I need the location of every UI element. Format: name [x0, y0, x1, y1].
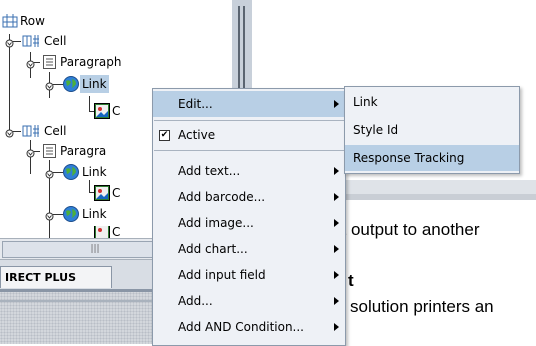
- tree-node-cell[interactable]: Cell: [22, 32, 68, 50]
- tree-connector: [13, 41, 21, 42]
- menu-separator: [154, 120, 344, 121]
- menu-separator: [154, 150, 344, 151]
- tree-node-paragraph[interactable]: Paragra: [42, 142, 108, 160]
- menu-item-edit[interactable]: Edit...: [153, 91, 345, 117]
- tree-node-label: Row: [20, 14, 45, 28]
- submenu-arrow-icon: [334, 323, 339, 331]
- menu-item-add-image[interactable]: Add image...: [153, 210, 345, 236]
- tab-direct-plus[interactable]: IRECT PLUS: [0, 266, 112, 288]
- tab-label: IRECT PLUS: [5, 271, 77, 284]
- tree-connector: [9, 34, 10, 132]
- context-menu: Edit... ✔ Active Add text... Add barcode…: [152, 88, 346, 346]
- document-text-line1: ct output to another: [333, 220, 480, 239]
- tree-node-row[interactable]: Row: [2, 12, 47, 30]
- tree-node-label: Link: [80, 75, 109, 93]
- tree-node-label: Cell: [44, 124, 67, 138]
- tree-connector: [89, 180, 90, 192]
- submenu-item-link[interactable]: Link: [345, 89, 519, 115]
- tree-connector: [34, 62, 40, 63]
- submenu-item-response-tracking[interactable]: Response Tracking: [345, 145, 519, 171]
- tree-node-paragraph[interactable]: Paragraph: [42, 53, 123, 71]
- menu-item-add-barcode[interactable]: Add barcode...: [153, 184, 345, 210]
- tree-node-label: C: [112, 226, 121, 238]
- tree-node-label: C: [112, 104, 121, 118]
- submenu-arrow-icon: [334, 193, 339, 201]
- globe-link-icon: [63, 76, 79, 92]
- menu-item-add-and-condition[interactable]: Add AND Condition...: [153, 314, 345, 340]
- paragraph-icon: [43, 144, 56, 158]
- document-text-line2: t: [348, 271, 354, 290]
- tree-node-cell[interactable]: Cell: [22, 122, 68, 140]
- submenu-arrow-icon: [334, 219, 339, 227]
- document-text-line3: solution printers an: [350, 297, 494, 316]
- tree-node-image[interactable]: C: [94, 102, 122, 120]
- cell-icon: [22, 125, 39, 137]
- menu-item-add-text[interactable]: Add text...: [153, 158, 345, 184]
- tree-node-label: Link: [82, 207, 107, 221]
- globe-link-icon: [63, 206, 79, 222]
- tree-node-link[interactable]: Link: [62, 205, 109, 223]
- menu-item-add[interactable]: Add...: [153, 288, 345, 314]
- tree-connector: [13, 131, 21, 132]
- tree-node-image[interactable]: C: [94, 184, 122, 202]
- tree-node-link[interactable]: Link: [62, 163, 109, 181]
- image-icon: [94, 226, 110, 238]
- globe-link-icon: [63, 164, 79, 180]
- tree-node-link-selected[interactable]: Link: [62, 75, 109, 93]
- paragraph-icon: [43, 55, 56, 69]
- tree-node-label: Paragraph: [60, 55, 122, 69]
- image-icon: [94, 185, 110, 201]
- tree-connector: [34, 151, 40, 152]
- tree-node-label: Cell: [44, 34, 67, 48]
- submenu-arrow-icon: [334, 167, 339, 175]
- scrollbar-grip: |||: [90, 244, 100, 254]
- tree-node-label: Link: [82, 165, 107, 179]
- tree-node-label: C: [112, 186, 121, 200]
- menu-item-add-input-field[interactable]: Add input field: [153, 262, 345, 288]
- submenu-item-style-id[interactable]: Style Id: [345, 117, 519, 143]
- tree-node-label: Paragra: [60, 144, 107, 158]
- row-icon: [2, 14, 18, 28]
- checkbox-checked-icon: ✔: [159, 130, 170, 141]
- cell-icon: [22, 35, 39, 47]
- submenu-arrow-icon: [334, 100, 339, 108]
- submenu-arrow-icon: [334, 271, 339, 279]
- edit-submenu: Link Style Id Response Tracking: [344, 86, 520, 174]
- tree-connector: [89, 96, 90, 112]
- submenu-arrow-icon: [334, 297, 339, 305]
- submenu-arrow-icon: [334, 245, 339, 253]
- menu-item-add-chart[interactable]: Add chart...: [153, 236, 345, 262]
- tree-node-image[interactable]: C: [94, 226, 122, 238]
- menu-item-active[interactable]: ✔ Active: [153, 122, 345, 148]
- image-icon: [94, 103, 110, 119]
